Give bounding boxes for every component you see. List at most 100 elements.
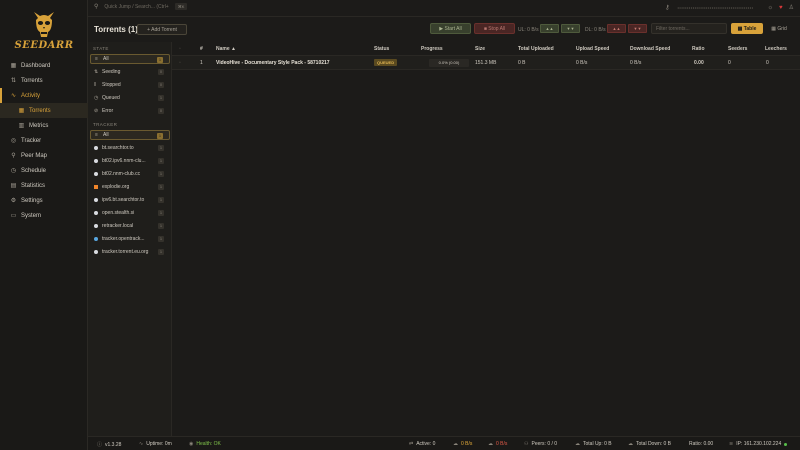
heart-icon[interactable]: ♥: [779, 5, 783, 11]
state-filter-stopped[interactable]: ‖ Stopped 0: [90, 80, 170, 90]
sidebar-item-dashboard[interactable]: ▦ Dashboard: [0, 58, 88, 73]
bars-icon: ▥: [18, 123, 25, 129]
sidebar-subitem-metrics[interactable]: ▥ Metrics: [0, 118, 88, 133]
favicon-icon: [94, 237, 100, 241]
total-down-indicator: ☁ Total Down: 0 B: [628, 441, 671, 447]
uptime-text: Uptime: 0m: [146, 441, 172, 447]
grid-view-button[interactable]: ▦ Grid: [766, 23, 792, 34]
start-all-button[interactable]: ▶ Start All: [430, 23, 471, 34]
torrent-name[interactable]: VideoHive - Documentary Style Pack - 587…: [216, 60, 330, 66]
ratio-indicator: Ratio: 0.00: [689, 441, 713, 447]
tracker-filter-item[interactable]: open.stealth.si 1: [90, 208, 170, 218]
tracker-filter-item[interactable]: bt02.ipv6.nnm-clu... 1: [90, 156, 170, 166]
sidebar-item-system[interactable]: ▭ System: [0, 208, 88, 223]
tracker-filter-item[interactable]: bt02.nnm-club.cc 1: [90, 169, 170, 179]
dl-decrease-button[interactable]: ▼▼: [628, 24, 647, 33]
upload-rate-label: UL: 0 B/s: [518, 27, 539, 33]
ul-increase-button[interactable]: ▲▲: [540, 24, 559, 33]
status-badge: QUEUED: [374, 59, 398, 66]
version-text: v1.3.28: [105, 441, 122, 448]
col-size[interactable]: Size: [475, 46, 485, 52]
uptime-indicator: ∿ Uptime: 0m: [139, 441, 172, 447]
col-name[interactable]: Name ▲: [216, 46, 236, 52]
search-placeholder: Quick Jump / Search... (Ctrl+: [104, 3, 169, 10]
col-progress[interactable]: Progress: [421, 46, 443, 52]
state-filter-queued[interactable]: ◷ Queued 1: [90, 93, 170, 103]
select-all-checkbox[interactable]: ▫: [179, 46, 181, 52]
dl-increase-button[interactable]: ▲▲: [607, 24, 626, 33]
state-filter-seeding[interactable]: ⇅ Seeding 0: [90, 67, 170, 77]
sidebar-item-tracker[interactable]: ◎ Tracker: [0, 133, 88, 148]
filter-label: open.stealth.si: [102, 210, 135, 216]
tracker-filter-item[interactable]: ipv6.bt.searchtor.to 1: [90, 195, 170, 205]
table-header: ▫ # Name ▲ Status Progress Size Total Up…: [172, 42, 800, 56]
col-download-speed[interactable]: Download Speed: [630, 46, 670, 52]
ul-decrease-button[interactable]: ▼▼: [561, 24, 580, 33]
tracker-filter-all[interactable]: ≡ All 1: [90, 130, 170, 140]
sidebar-item-peer-map[interactable]: ⚲ Peer Map: [0, 148, 88, 163]
brand-logo[interactable]: SEEDARR: [0, 8, 88, 56]
sidebar-item-torrents[interactable]: ⇅ Torrents: [0, 73, 88, 88]
filter-count: 0: [158, 69, 164, 75]
table-row[interactable]: ▫ 1 VideoHive - Documentary Style Pack -…: [172, 56, 800, 70]
tracker-filter-item[interactable]: retracker.local 1: [90, 221, 170, 231]
active-indicator: ⇄ Active: 0: [409, 441, 435, 447]
favicon-icon: [94, 198, 100, 202]
app-root: SEEDARR ▦ Dashboard ⇅ Torrents ∿ Activity ▦…: [0, 0, 800, 450]
grid-icon: ▦: [18, 108, 25, 114]
download-speed-indicator: ☁ 0 B/s: [453, 441, 472, 447]
torrent-size: 151.3 MB: [475, 60, 497, 66]
user-icon[interactable]: ♙: [789, 4, 794, 11]
brand-name: SEEDARR: [14, 40, 74, 51]
filter-count: 0: [158, 82, 164, 88]
list-icon: ≡: [95, 132, 98, 138]
tracker-filter-item[interactable]: tracker.torrent.eu.org 1: [90, 247, 170, 257]
clock-icon: ◷: [10, 168, 17, 174]
total-up-indicator: ☁ Total Up: 0 B: [575, 441, 612, 447]
seeding-icon: ⇅: [94, 69, 99, 75]
link-icon[interactable]: ⚷: [665, 4, 669, 11]
col-status[interactable]: Status: [374, 46, 389, 52]
sidebar-subitem-torrents[interactable]: ▦ Torrents: [0, 103, 88, 118]
wifi-icon: ≋: [729, 441, 734, 447]
sidebar-item-settings[interactable]: ⚙ Settings: [0, 193, 88, 208]
col-seeders[interactable]: Seeders: [728, 46, 747, 52]
sidebar-item-activity[interactable]: ∿ Activity: [0, 88, 88, 103]
filter-count: 1: [158, 158, 164, 164]
state-section-header: STATE: [93, 46, 109, 51]
filter-torrents-input[interactable]: Filter torrents...: [651, 23, 727, 34]
stop-all-button[interactable]: ■ Stop All: [474, 23, 515, 34]
col-ratio[interactable]: Ratio: [692, 46, 705, 52]
clock-icon: ◷: [94, 95, 99, 101]
toolbar: Torrents (1) + Add Torrent ▶ Start All ■…: [88, 17, 800, 42]
col-num[interactable]: #: [200, 46, 203, 52]
theme-toggle-icon[interactable]: ☼: [768, 5, 774, 11]
filter-label: Seeding: [102, 69, 121, 75]
sidebar-item-statistics[interactable]: ▤ Statistics: [0, 178, 88, 193]
tracker-filter-item[interactable]: bt.searchtor.to 1: [90, 143, 170, 153]
check-circle-icon: ◉: [189, 441, 194, 447]
tracker-filter-item[interactable]: explodie.org 1: [90, 182, 170, 192]
download-rate-label: DL: 0 B/s: [585, 27, 606, 33]
masked-key: ••••••••••••••••••••••••••••••••••••••••: [677, 5, 754, 10]
state-filter-error[interactable]: ⊘ Error 0: [90, 106, 170, 116]
col-upload-speed[interactable]: Upload Speed: [576, 46, 609, 52]
state-filter-all[interactable]: ≡ All 1: [90, 54, 170, 64]
torrent-seeders: 0: [728, 60, 731, 66]
health-indicator: ◉ Health: OK: [189, 441, 221, 447]
torrents-table: ▫ # Name ▲ Status Progress Size Total Up…: [172, 42, 800, 70]
table-view-button[interactable]: ▦ Table: [731, 23, 763, 34]
sidebar-item-schedule[interactable]: ◷ Schedule: [0, 163, 88, 178]
tracker-filter-item[interactable]: tracker.opentrack... 1: [90, 234, 170, 244]
search-shortcut-badge: ⌘K: [174, 3, 188, 10]
sidebar-item-label: Metrics: [29, 122, 49, 129]
add-torrent-button[interactable]: + Add Torrent: [137, 24, 187, 35]
col-leechers[interactable]: Leechers: [765, 46, 787, 52]
users-icon: ⚇: [524, 441, 529, 447]
sidebar-nav: ▦ Dashboard ⇅ Torrents ∿ Activity ▦ Torrents…: [0, 58, 88, 223]
row-checkbox[interactable]: ▫: [179, 60, 181, 66]
col-total-uploaded[interactable]: Total Uploaded: [518, 46, 554, 52]
gear-icon: ⚙: [10, 198, 17, 204]
torrent-ratio: 0.00: [694, 60, 704, 66]
quick-search[interactable]: ⚲ Quick Jump / Search... (Ctrl+ ⌘K: [94, 3, 188, 10]
